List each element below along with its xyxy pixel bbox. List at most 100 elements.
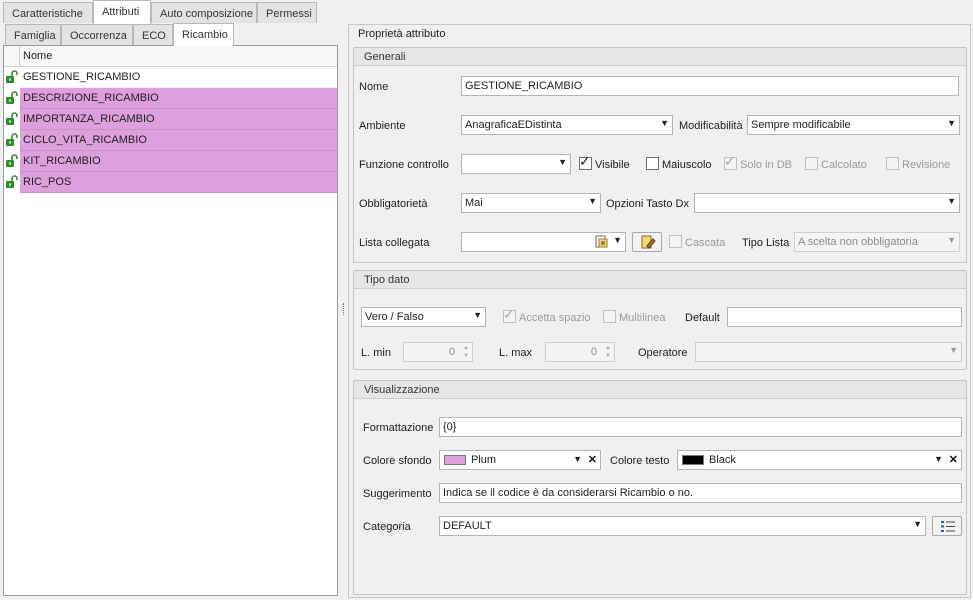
tipo-lista-select[interactable]: A scelta non obbligatoria ▼ <box>794 232 960 252</box>
tab-caratteristiche[interactable]: Caratteristiche <box>3 2 93 23</box>
suggerimento-label: Suggerimento <box>363 488 432 500</box>
properties-panel: Proprietà attributo Generali Nome GESTIO… <box>348 24 971 598</box>
cascata-checkbox[interactable] <box>669 235 682 248</box>
group-tipo-dato: Tipo dato Vero / Falso ▼ ✓ Accetta spazi… <box>353 270 967 370</box>
multilinea-checkbox[interactable] <box>603 310 616 323</box>
visibile-label: Visibile <box>595 159 630 171</box>
funzione-select[interactable]: ▼ <box>461 154 571 174</box>
default-label: Default <box>685 312 720 324</box>
accetta-spazio-label: Accetta spazio <box>519 312 591 324</box>
table-row[interactable]: GESTIONE_RICAMBIO <box>4 67 337 88</box>
revisione-checkbox[interactable] <box>886 157 899 170</box>
categoria-select[interactable]: DEFAULT ▼ <box>439 516 926 536</box>
table-row[interactable]: KIT_RICAMBIO <box>4 151 337 172</box>
lmax-spinner[interactable]: 0 ▲ ▼ <box>545 342 615 362</box>
calcolato-label: Calcolato <box>821 159 867 171</box>
chevron-down-icon[interactable]: ▼ <box>473 310 482 320</box>
unlocked-icon <box>6 70 18 83</box>
table-row[interactable]: IMPORTANZA_RICAMBIO <box>4 109 337 130</box>
lmax-label: L. max <box>499 347 533 359</box>
nome-label: Nome <box>359 81 389 93</box>
chevron-down-icon[interactable]: ▼ <box>947 235 956 245</box>
obbligatorieta-select[interactable]: Mai ▼ <box>461 193 601 213</box>
grid-header: Nome <box>4 46 337 67</box>
chevron-down-icon[interactable]: ▼ <box>588 196 597 206</box>
modificabilita-label: Modificabilità <box>679 120 743 132</box>
colore-sfondo-picker[interactable]: Plum ▼ ✕ <box>439 450 601 470</box>
colore-testo-label: Colore testo <box>610 455 670 467</box>
chevron-down-icon[interactable]: ▼ <box>949 345 958 355</box>
formattazione-field[interactable]: {0} <box>439 417 962 437</box>
table-row[interactable]: RIC_POS <box>4 172 337 193</box>
chevron-down-icon[interactable]: ▼ <box>934 454 943 464</box>
chevron-down-icon[interactable]: ▼ <box>947 196 956 206</box>
colore-testo-picker[interactable]: Black ▼ ✕ <box>677 450 962 470</box>
subtab-ricambio[interactable]: Ricambio <box>173 23 234 46</box>
visibile-checkbox[interactable]: ✓ <box>579 153 592 170</box>
colore-testo-value: Black <box>709 454 736 466</box>
opzioni-select[interactable]: ▼ <box>694 193 960 213</box>
panel-title: Proprietà attributo <box>358 28 446 40</box>
categoria-list-button[interactable] <box>932 516 962 536</box>
row-name-cell[interactable]: KIT_RICAMBIO <box>20 151 337 172</box>
obbligatorieta-label: Obbligatorietà <box>359 198 428 210</box>
color-swatch <box>444 455 466 465</box>
tipo-dato-select[interactable]: Vero / Falso ▼ <box>361 307 486 327</box>
default-field[interactable] <box>727 307 962 327</box>
lista-label: Lista collegata <box>359 237 430 249</box>
spinner-arrows-icon[interactable]: ▲ ▼ <box>602 343 614 361</box>
edit-list-button[interactable] <box>632 232 662 252</box>
tab-attributi[interactable]: Attributi <box>93 0 151 24</box>
chevron-down-icon[interactable]: ▼ <box>558 157 567 167</box>
chevron-down-icon[interactable]: ▼ <box>660 118 669 128</box>
clear-icon[interactable]: ✕ <box>588 453 597 466</box>
calcolato-checkbox[interactable] <box>805 157 818 170</box>
check-icon: ✓ <box>579 153 591 169</box>
modificabilita-select[interactable]: Sempre modificabile ▼ <box>747 115 960 135</box>
group-header: Generali <box>354 48 966 66</box>
maiuscolo-checkbox[interactable] <box>646 157 659 170</box>
tab-auto-composizione[interactable]: Auto composizione <box>151 2 257 23</box>
row-name-cell[interactable]: RIC_POS <box>20 172 337 193</box>
modificabilita-value: Sempre modificabile <box>751 119 851 131</box>
subtab-eco[interactable]: ECO <box>133 24 173 45</box>
tab-permessi[interactable]: Permessi <box>257 2 317 23</box>
maiuscolo-label: Maiuscolo <box>662 159 712 171</box>
funzione-label: Funzione controllo <box>359 159 449 171</box>
chevron-down-icon[interactable]: ▼ <box>613 235 622 245</box>
row-name-cell[interactable]: GESTIONE_RICAMBIO <box>20 67 337 88</box>
table-row[interactable]: DESCRIZIONE_RICAMBIO <box>4 88 337 109</box>
subtab-famiglia[interactable]: Famiglia <box>5 24 61 45</box>
column-header-nome[interactable]: Nome <box>23 50 52 62</box>
tipo-lista-label: Tipo Lista <box>742 237 790 249</box>
row-name-cell[interactable]: DESCRIZIONE_RICAMBIO <box>20 88 337 109</box>
unlocked-icon <box>6 112 18 125</box>
nome-field[interactable]: GESTIONE_RICAMBIO <box>461 76 959 96</box>
attribute-grid: Nome GESTIONE_RICAMBIO DESCRIZIONE_RICAMB… <box>3 45 338 596</box>
solo-db-checkbox[interactable]: ✓ <box>724 153 737 170</box>
table-row[interactable]: CICLO_VITA_RICAMBIO <box>4 130 337 151</box>
cascata-label: Cascata <box>685 237 726 249</box>
list-lookup-icon[interactable] <box>595 235 609 249</box>
check-icon: ✓ <box>724 153 736 169</box>
chevron-down-icon[interactable]: ▼ <box>573 454 582 464</box>
ambiente-value: AnagraficaEDistinta <box>465 119 562 131</box>
color-swatch <box>682 455 704 465</box>
tipo-lista-value: A scelta non obbligatoria <box>798 236 918 248</box>
chevron-down-icon[interactable]: ▼ <box>947 118 956 128</box>
lista-select[interactable]: ▼ <box>461 232 626 252</box>
spinner-arrows-icon[interactable]: ▲ ▼ <box>460 343 472 361</box>
lmin-spinner[interactable]: 0 ▲ ▼ <box>403 342 473 362</box>
ambiente-select[interactable]: AnagraficaEDistinta ▼ <box>461 115 673 135</box>
chevron-down-icon[interactable]: ▼ <box>913 519 922 529</box>
row-selector-header <box>4 46 20 67</box>
clear-icon[interactable]: ✕ <box>949 453 958 466</box>
suggerimento-field[interactable]: Indica se il codice è da considerarsi Ri… <box>439 483 962 503</box>
accetta-spazio-checkbox[interactable]: ✓ <box>503 307 516 323</box>
operatore-select[interactable]: ▼ <box>695 342 962 362</box>
lmin-label: L. min <box>361 347 391 359</box>
subtab-occorrenza[interactable]: Occorrenza <box>61 24 133 45</box>
row-name-cell[interactable]: IMPORTANZA_RICAMBIO <box>20 109 337 130</box>
row-name-cell[interactable]: CICLO_VITA_RICAMBIO <box>20 130 337 151</box>
colore-sfondo-value: Plum <box>471 454 497 466</box>
